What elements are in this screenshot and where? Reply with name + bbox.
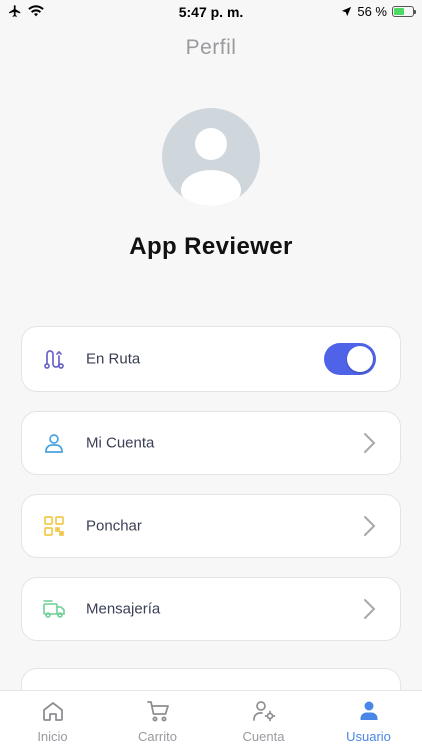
toggle-knob [347,346,373,372]
tab-inicio[interactable]: Inicio [0,691,105,750]
menu-item-label: En Ruta [86,350,141,368]
tab-label: Cuenta [242,729,285,744]
location-arrow-icon [342,6,352,17]
user-icon [45,434,63,453]
route-icon [44,350,64,369]
user-name: App Reviewer [129,233,293,260]
screen: 5:47 p. m. 56 % Perfil App Reviewer En R… [0,0,422,750]
status-right: 56 % [341,4,416,19]
user-placeholder-icon [181,128,241,206]
battery-level [394,8,404,15]
battery-percent: 56 % [357,4,387,19]
tab-label: Usuario [346,729,391,744]
profile-menu: En Ruta Mi Cuenta Ponchar Mensajería [21,326,401,660]
avatar [162,108,260,206]
tab-cuenta[interactable]: Cuenta [211,691,316,750]
menu-item-label: Mensajería [86,600,161,618]
chevron-right-icon [364,599,376,619]
status-bar: 5:47 p. m. 56 % [0,0,422,24]
tab-usuario[interactable]: Usuario [316,691,421,750]
user-settings-icon [252,701,275,722]
tab-label: Inicio [37,729,68,744]
battery-icon [392,6,416,17]
tab-label: Carrito [137,729,177,744]
menu-item-en-ruta[interactable]: En Ruta [21,326,401,392]
tab-bar: Inicio Carrito Cuenta Usuario [0,690,422,750]
menu-item-mensajeria[interactable]: Mensajería [21,577,401,641]
menu-item-ponchar[interactable]: Ponchar [21,494,401,558]
chevron-right-icon [364,516,376,536]
menu-item-mi-cuenta[interactable]: Mi Cuenta [21,411,401,475]
qr-code-icon [44,516,64,536]
menu-item-label: Mi Cuenta [86,434,155,452]
menu-item-label: Ponchar [86,517,142,535]
delivery-truck-icon [43,600,65,618]
home-icon [42,702,63,721]
user-icon [360,701,377,720]
en-ruta-toggle[interactable] [324,343,376,375]
chevron-right-icon [364,433,376,453]
cart-icon [146,701,169,722]
tab-carrito[interactable]: Carrito [105,691,210,750]
page-title: Perfil [185,36,237,59]
